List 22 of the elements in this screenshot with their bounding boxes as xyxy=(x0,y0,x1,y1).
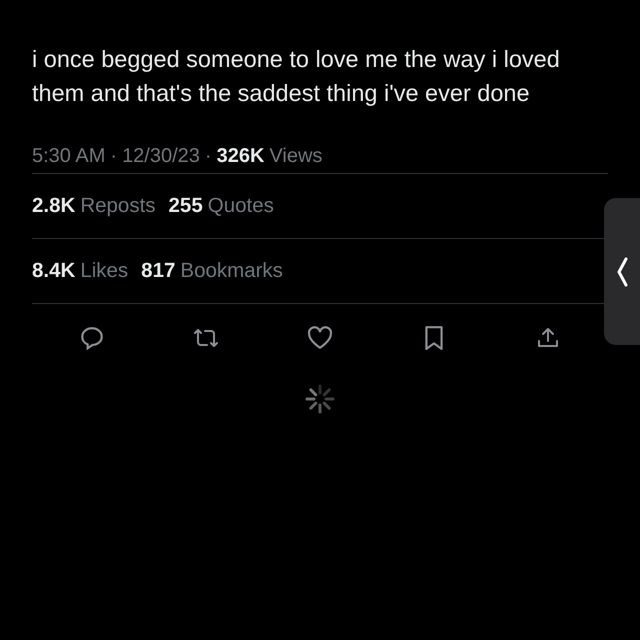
views-label: Views xyxy=(269,145,322,168)
separator-dot: · xyxy=(110,145,118,168)
stat-label: Reposts xyxy=(80,194,156,218)
stat-count: 8.4K xyxy=(32,259,76,283)
reply-button[interactable] xyxy=(78,324,106,352)
like-button[interactable] xyxy=(306,324,334,352)
loading-spinner-icon xyxy=(305,384,335,414)
stat-label: Likes xyxy=(80,259,128,283)
speech-bubble-icon xyxy=(79,325,105,351)
separator-dot: · xyxy=(204,145,212,168)
views-count: 326K xyxy=(216,145,264,168)
stat-label: Bookmarks xyxy=(180,259,283,283)
stat-label: Quotes xyxy=(208,194,274,218)
stat-count: 2.8K xyxy=(32,194,76,218)
stat-count: 255 xyxy=(168,194,203,218)
heart-icon xyxy=(307,326,333,350)
post-text: i once begged someone to love me the way i loved them and that's the saddest thing i've ever done xyxy=(32,45,561,108)
chevron-left-icon xyxy=(616,256,628,288)
post-time: 5:30 AM xyxy=(32,145,106,168)
bookmark-icon xyxy=(423,325,445,351)
stat-count: 817 xyxy=(141,259,176,283)
post-date: 12/30/23 xyxy=(122,145,200,168)
